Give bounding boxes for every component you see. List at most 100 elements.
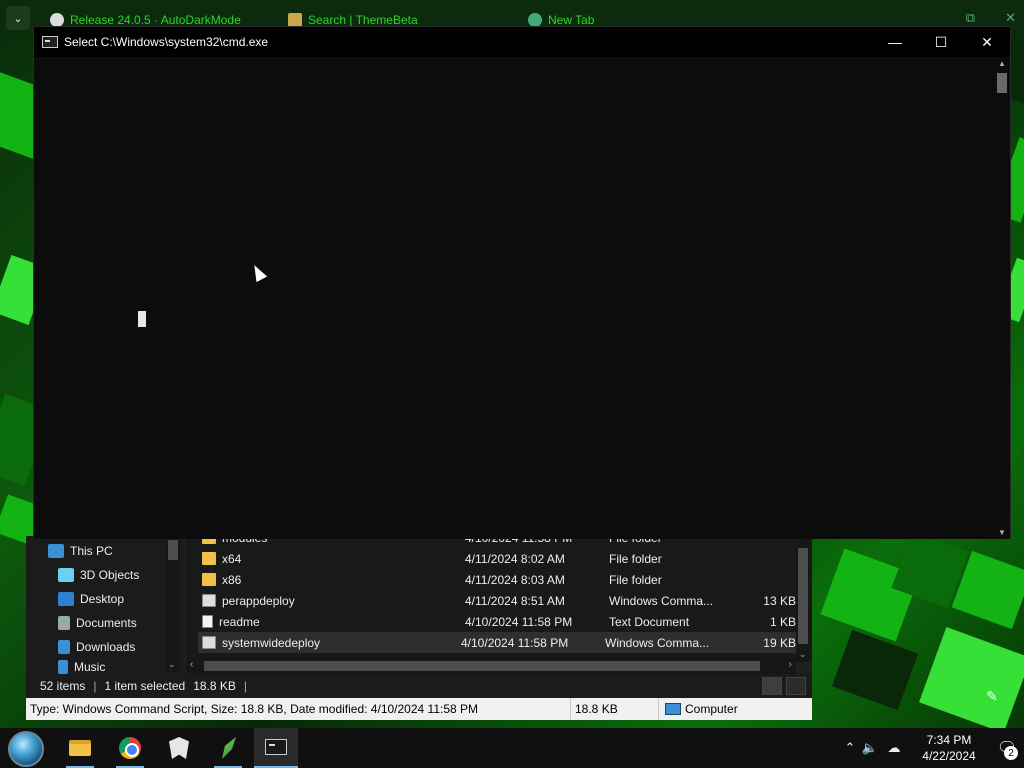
file-name: perappdeploy	[222, 593, 295, 608]
file-type: File folder	[609, 551, 662, 566]
clock[interactable]: 7:34 PM 4/22/2024	[912, 732, 986, 764]
details-view-button[interactable]	[762, 677, 782, 695]
nav-item-label: Desktop	[80, 592, 125, 606]
cmd-title-bar[interactable]: Select C:\Windows\system32\cmd.exe — ☐ ✕	[34, 27, 1010, 57]
start-button[interactable]	[8, 731, 44, 767]
separator: |	[243, 679, 248, 693]
chevron-up-icon[interactable]: ▲	[998, 59, 1006, 68]
text-file-icon	[202, 615, 213, 628]
tab-search-button[interactable]: ⌄	[6, 6, 30, 30]
nav-item-label: This PC	[70, 544, 113, 558]
selection-count: 1 item selected	[104, 679, 186, 693]
file-date: 4/11/2024 8:02 AM	[465, 551, 565, 566]
tab-label: Search | ThemeBeta	[308, 13, 418, 27]
system-tray: ⌃ 🔈 ☁ 7:34 PM 4/22/2024 🗨 2	[840, 728, 1024, 768]
nav-item-3d-objects[interactable]: 3D Objects	[58, 564, 139, 586]
scroll-thumb[interactable]	[168, 540, 178, 560]
document-icon	[58, 616, 70, 630]
mask-icon	[169, 737, 189, 759]
cmd-icon	[265, 739, 287, 755]
themebeta-icon	[288, 13, 302, 27]
console-output[interactable]	[34, 57, 996, 539]
maximize-icon: ☐	[934, 33, 948, 50]
minimize-button[interactable]: —	[872, 27, 918, 57]
file-size: 13 KB	[763, 593, 796, 608]
music-icon	[58, 660, 68, 674]
cmd-window[interactable]: Select C:\Windows\system32\cmd.exe — ☐ ✕…	[33, 26, 1011, 539]
scroll-thumb[interactable]	[204, 661, 760, 671]
browser-window-controls: ⧉ ✕	[966, 10, 1016, 26]
nav-item-downloads[interactable]: Downloads	[58, 636, 135, 658]
minimize-icon: —	[888, 34, 902, 50]
file-date: 4/11/2024 8:51 AM	[465, 593, 565, 608]
taskbar-mask-app[interactable]	[157, 728, 201, 768]
file-date: 4/10/2024 11:58 PM	[465, 614, 573, 629]
file-type: File folder	[609, 572, 662, 587]
file-size: 19 KB	[763, 635, 796, 650]
chevron-down-icon[interactable]: ▼	[998, 528, 1006, 537]
file-name: x86	[222, 572, 242, 587]
close-icon: ✕	[981, 33, 993, 50]
file-explorer-window: This PC 3D Objects Desktop Documents Dow…	[26, 531, 812, 720]
file-type: Windows Comma...	[609, 593, 714, 608]
script-icon	[202, 636, 216, 649]
taskbar: ⌃ 🔈 ☁ 7:34 PM 4/22/2024 🗨 2	[0, 728, 1024, 768]
file-row[interactable]: x64 4/11/2024 8:02 AM File folder	[202, 548, 802, 569]
restore-icon[interactable]: ⧉	[966, 10, 975, 26]
chevron-right-icon[interactable]: ›	[789, 659, 792, 670]
folder-icon	[69, 740, 91, 756]
script-icon	[202, 594, 216, 607]
details-location: Computer	[659, 698, 812, 720]
nav-item-label: Music	[74, 660, 106, 674]
download-icon	[58, 640, 70, 654]
volume-muted-icon[interactable]: 🔈	[860, 728, 880, 768]
taskbar-command-prompt[interactable]	[254, 728, 298, 768]
nav-scrollbar[interactable]: ⌄	[166, 538, 180, 672]
file-row[interactable]: readme 4/10/2024 11:58 PM Text Document …	[202, 611, 802, 632]
close-icon[interactable]: ✕	[1005, 10, 1016, 26]
chevron-up-icon[interactable]: ⌃	[840, 728, 860, 768]
file-list-vertical-scrollbar[interactable]: ⌄	[796, 536, 810, 662]
action-center-button[interactable]: 🗨 2	[990, 728, 1024, 768]
taskbar-chrome[interactable]	[108, 728, 152, 768]
file-size: 1 KB	[769, 614, 796, 629]
nav-item-documents[interactable]: Documents	[58, 612, 137, 634]
taskbar-file-explorer[interactable]	[58, 728, 102, 768]
chevron-left-icon[interactable]: ‹	[190, 659, 193, 670]
chevron-down-icon[interactable]: ⌄	[168, 659, 176, 670]
scroll-thumb[interactable]	[997, 73, 1007, 93]
taskbar-leaf-app[interactable]	[206, 728, 250, 768]
status-bar: 52 items | 1 item selected 18.8 KB |	[26, 674, 812, 698]
file-row-selected[interactable]: systemwidedeploy 4/10/2024 11:58 PM Wind…	[198, 632, 802, 653]
clock-time: 7:34 PM	[926, 733, 972, 747]
nav-item-label: 3D Objects	[80, 568, 140, 582]
nav-item-desktop[interactable]: Desktop	[58, 588, 124, 610]
pencil-icon[interactable]: ✎	[980, 684, 1004, 708]
file-row[interactable]: x86 4/11/2024 8:03 AM File folder	[202, 569, 802, 590]
file-date: 4/11/2024 8:03 AM	[465, 572, 565, 587]
close-button[interactable]: ✕	[964, 27, 1010, 57]
chrome-icon	[119, 737, 141, 759]
cmd-icon	[42, 36, 58, 48]
view-switcher	[762, 677, 806, 695]
console-scrollbar[interactable]: ▲ ▼	[994, 57, 1010, 539]
file-row[interactable]: perappdeploy 4/11/2024 8:51 AM Windows C…	[202, 590, 802, 611]
file-type: Text Document	[609, 614, 690, 629]
nav-item-label: Documents	[76, 616, 137, 630]
details-bar: Type: Windows Command Script, Size: 18.8…	[26, 698, 812, 720]
nav-item-music[interactable]: Music	[58, 660, 105, 674]
scroll-thumb[interactable]	[798, 548, 808, 644]
clock-date: 4/22/2024	[922, 749, 976, 763]
location-label: Computer	[685, 702, 738, 716]
file-list-horizontal-scrollbar[interactable]: ‹ ›	[186, 658, 796, 674]
notification-badge: 2	[1004, 746, 1018, 760]
folder-icon	[202, 573, 216, 586]
chevron-down-icon[interactable]: ⌄	[799, 649, 807, 660]
tab-label: New Tab	[548, 13, 595, 27]
nav-item-this-pc[interactable]: This PC	[48, 540, 113, 562]
desktop-icon	[58, 592, 74, 606]
large-icons-view-button[interactable]	[786, 677, 806, 695]
maximize-button[interactable]: ☐	[918, 27, 964, 57]
network-icon[interactable]: ☁	[880, 728, 908, 768]
selection-size: 18.8 KB	[193, 679, 236, 693]
